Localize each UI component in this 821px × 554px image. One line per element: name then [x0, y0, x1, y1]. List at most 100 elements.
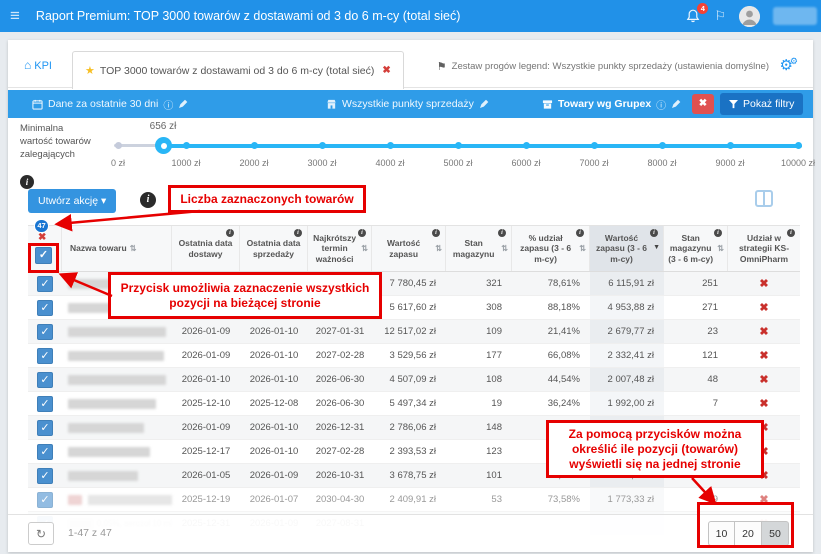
slider-tick-dot[interactable]: [795, 142, 802, 149]
info-icon[interactable]: [650, 229, 658, 237]
show-filters-button[interactable]: Pokaż filtry: [720, 93, 803, 115]
slider-tick-label: 1000 zł: [162, 158, 210, 168]
info-icon[interactable]: [432, 229, 440, 237]
slider-tick-dot[interactable]: [319, 142, 326, 149]
avatar[interactable]: [739, 6, 760, 27]
annotation-rect-checkbox: [28, 243, 59, 273]
sort-desc-icon: ▼: [653, 244, 660, 252]
info-icon[interactable]: [714, 229, 722, 237]
slider-tick-dot[interactable]: [387, 142, 394, 149]
notifications-bell-icon[interactable]: 4: [685, 8, 701, 24]
slider-tick-dot[interactable]: [591, 142, 598, 149]
calendar-icon: [32, 99, 43, 110]
annotation-select-all: Przycisk umożliwia zaznaczenie wszystkic…: [108, 272, 382, 319]
slider-tick-label: 10000 zł: [774, 158, 821, 168]
page-title: Raport Premium: TOP 3000 towarów z dosta…: [36, 9, 460, 23]
product-name-redacted: [62, 440, 172, 463]
column-header-stan-magazynu-3-6[interactable]: Stan magazynu (3 - 6 m-cy)⇅: [664, 226, 728, 271]
table-row: ✓2026-01-092026-01-102027-01-3112 517,02…: [28, 320, 800, 344]
goods-group-filter[interactable]: Towary wg Grupex ⓘ: [542, 90, 681, 118]
box-icon: [542, 99, 553, 110]
column-header-ostatnia-data-sprzedazy[interactable]: Ostatnia data sprzedaży: [240, 226, 308, 271]
column-header-udzial-strategia[interactable]: Udział w strategii KS-OmniPharm: [728, 226, 800, 271]
clear-filter-button[interactable]: ✖: [692, 94, 714, 114]
settings-gears-icon[interactable]: ⚙⚙: [779, 56, 801, 75]
slider-tick-dot[interactable]: [251, 142, 258, 149]
column-header-nazwa-towaru[interactable]: Nazwa towaru⇅: [62, 226, 172, 271]
tab-top-3000-report[interactable]: ★ TOP 3000 towarów z dostawami od 3 do 6…: [72, 51, 404, 89]
row-checkbox[interactable]: ✓: [37, 300, 53, 316]
flag-filled-icon: ⚑: [437, 60, 447, 73]
column-header-wartosc-zapasu-3-6[interactable]: Wartość zapasu (3 - 6 m-cy)▼: [590, 226, 664, 271]
pagination-range-label: 1-47 z 47: [68, 527, 112, 539]
date-range-filter[interactable]: Dane za ostatnie 30 dni ⓘ: [32, 90, 188, 118]
remove-row-icon[interactable]: ✖: [759, 325, 768, 338]
slider-handle[interactable]: [155, 137, 172, 154]
edit-pencil-icon: [671, 99, 681, 109]
product-name-redacted: [62, 392, 172, 415]
column-header-wartosc-zapasu[interactable]: Wartość zapasu⇅: [372, 226, 446, 271]
row-checkbox[interactable]: ✓: [37, 396, 53, 412]
row-checkbox[interactable]: ✓: [37, 420, 53, 436]
slider-label: Minimalna wartość towarów zalegających: [20, 123, 92, 161]
star-icon: ★: [85, 64, 95, 77]
slider-tick-label: 4000 zł: [366, 158, 414, 168]
flag-icon[interactable]: ⚐: [714, 8, 726, 24]
row-checkbox[interactable]: ✓: [37, 372, 53, 388]
info-icon[interactable]: ⓘ: [656, 97, 666, 112]
legend-label: Zestaw progów legend: Wszystkie punkty s…: [452, 61, 769, 72]
close-tab-icon[interactable]: ✖: [382, 65, 390, 76]
row-checkbox[interactable]: ✓: [37, 468, 53, 484]
remove-row-icon[interactable]: ✖: [759, 301, 768, 314]
product-name-redacted: [62, 344, 172, 367]
slider-tick-dot[interactable]: [659, 142, 666, 149]
column-header-udzial-zapasu[interactable]: % udział zapasu (3 - 6 m-cy)⇅: [512, 226, 590, 271]
info-icon[interactable]: [226, 229, 234, 237]
row-checkbox[interactable]: ✓: [37, 276, 53, 292]
annotation-selected-count: Liczba zaznaczonych towarów: [168, 185, 366, 213]
info-icon[interactable]: ⓘ: [163, 97, 173, 112]
column-header-ostatnia-data-dostawy[interactable]: Ostatnia data dostawy: [172, 226, 240, 271]
column-header-najkrotszy-termin[interactable]: Najkrótszy termin ważności⇅: [308, 226, 372, 271]
topbar-icons: 4 ⚐: [685, 0, 817, 32]
row-checkbox[interactable]: ✓: [37, 492, 53, 508]
kpi-link[interactable]: ⌂KPI: [24, 58, 52, 72]
shop-icon: [326, 99, 337, 110]
remove-row-icon[interactable]: ✖: [759, 277, 768, 290]
remove-row-icon[interactable]: ✖: [759, 373, 768, 386]
slider-tick-label: 5000 zł: [434, 158, 482, 168]
sort-icon: ⇅: [501, 244, 508, 254]
slider-tick-dot[interactable]: [727, 142, 734, 149]
funnel-icon: [729, 100, 738, 109]
product-name-redacted: [62, 416, 172, 439]
selected-count-badge: 47: [34, 219, 49, 233]
slider-tick-dot[interactable]: [523, 142, 530, 149]
show-filters-label: Pokaż filtry: [743, 98, 794, 110]
sort-icon: ⇅: [361, 244, 368, 254]
info-icon[interactable]: [358, 229, 366, 237]
table-header: 47 ✖ ✓ Nazwa towaru⇅ Ostatnia data dosta…: [28, 225, 800, 272]
info-icon[interactable]: i: [140, 192, 156, 208]
remove-row-icon[interactable]: ✖: [759, 349, 768, 362]
remove-row-icon[interactable]: ✖: [759, 397, 768, 410]
refresh-button[interactable]: ↻: [28, 522, 54, 545]
create-action-button[interactable]: Utwórz akcję ▾: [28, 189, 116, 213]
info-icon[interactable]: [787, 229, 795, 237]
info-icon[interactable]: [576, 229, 584, 237]
caret-down-icon: ▾: [101, 195, 106, 207]
edit-pencil-icon: [479, 99, 489, 109]
column-header-stan-magazynu[interactable]: Stan magazynu⇅: [446, 226, 512, 271]
sales-points-filter[interactable]: Wszystkie punkty sprzedaży: [326, 90, 489, 118]
slider-tick-dot[interactable]: [455, 142, 462, 149]
slider-tick-dot[interactable]: [183, 142, 190, 149]
info-icon[interactable]: [498, 229, 506, 237]
row-checkbox[interactable]: ✓: [37, 324, 53, 340]
row-checkbox[interactable]: ✓: [37, 444, 53, 460]
menu-icon[interactable]: ≡: [10, 6, 20, 26]
slider-tick-dot[interactable]: [115, 142, 122, 149]
row-checkbox[interactable]: ✓: [37, 348, 53, 364]
info-icon[interactable]: [294, 229, 302, 237]
column-settings-icon[interactable]: [755, 190, 773, 207]
tab-bar: ⌂KPI ★ TOP 3000 towarów z dostawami od 3…: [8, 44, 813, 88]
legend-thresholds: ⚑ Zestaw progów legend: Wszystkie punkty…: [437, 60, 769, 73]
